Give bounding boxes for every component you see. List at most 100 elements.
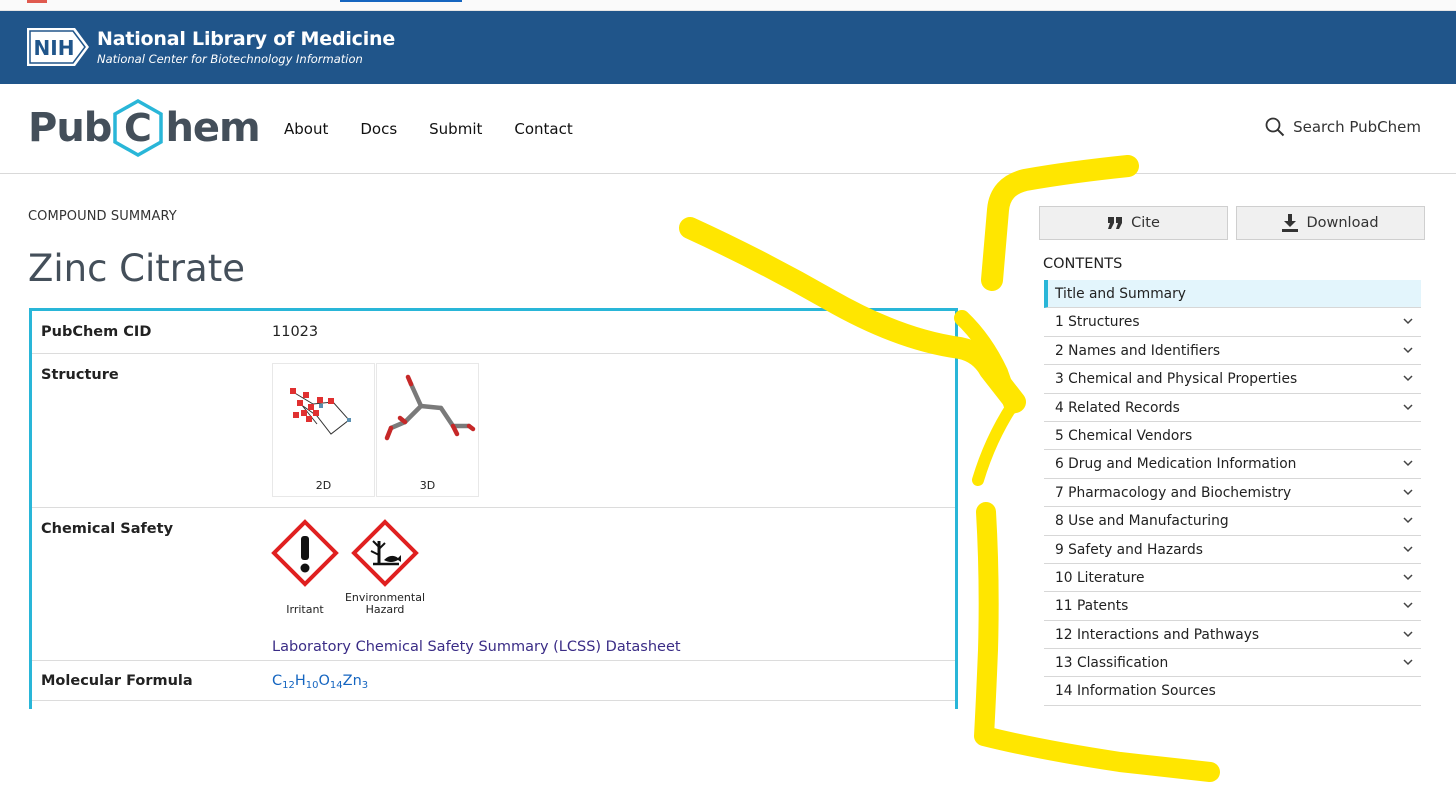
top-strip-red-mark xyxy=(27,0,47,3)
cid-value: 11023 xyxy=(272,324,319,340)
toc-item[interactable]: 6 Drug and Medication Information xyxy=(1044,450,1421,479)
nih-banner: NIH National Library of Medicine Nationa… xyxy=(0,11,1456,84)
nih-logo-text: NIH xyxy=(34,36,75,60)
toc-item-label: 14 Information Sources xyxy=(1055,683,1216,700)
main-nav: About Docs Submit Contact xyxy=(284,120,573,138)
toc-item-label: 11 Patents xyxy=(1055,598,1129,615)
toc-item-label: 7 Pharmacology and Biochemistry xyxy=(1055,484,1292,501)
nav-docs[interactable]: Docs xyxy=(360,120,397,138)
row-structure: Structure 2D 3D xyxy=(32,354,955,508)
toc-item-label: Title and Summary xyxy=(1055,286,1186,302)
download-button[interactable]: Download xyxy=(1236,206,1425,240)
logo-suffix: hem xyxy=(165,105,260,151)
toc-item[interactable]: 8 Use and Manufacturing xyxy=(1044,507,1421,536)
toc-item[interactable]: 2 Names and Identifiers xyxy=(1044,337,1421,366)
toc-item-label: 10 Literature xyxy=(1055,569,1145,586)
chevron-down-icon[interactable] xyxy=(1403,659,1413,666)
environment-hazard-icon xyxy=(351,519,419,587)
environmental-hazard-caption-2: Hazard xyxy=(365,603,405,616)
cite-button[interactable]: Cite xyxy=(1039,206,1228,240)
toc-item[interactable]: 4 Related Records xyxy=(1044,394,1421,422)
logo-prefix: Pub xyxy=(28,105,112,151)
chevron-down-icon[interactable] xyxy=(1403,347,1413,354)
toc-item[interactable]: 5 Chemical Vendors xyxy=(1044,422,1421,451)
top-strip-link-underline xyxy=(340,0,462,2)
toc-item-label: 8 Use and Manufacturing xyxy=(1055,513,1229,530)
formula-zn-count: 3 xyxy=(361,680,369,691)
toc-item[interactable]: 13 Classification xyxy=(1044,649,1421,678)
toc-item-label: 2 Names and Identifiers xyxy=(1055,342,1221,359)
nav-contact[interactable]: Contact xyxy=(514,120,572,138)
toc-item[interactable]: 1 Structures xyxy=(1044,308,1421,337)
molecular-formula-link[interactable]: C12H10O14Zn3 xyxy=(272,673,368,691)
toc-item[interactable]: 11 Patents xyxy=(1044,592,1421,621)
toc-item-label: 1 Structures xyxy=(1055,314,1140,331)
cid-label: PubChem CID xyxy=(41,324,152,340)
cite-label: Cite xyxy=(1131,215,1160,231)
formula-h-count: 10 xyxy=(305,680,319,691)
formula-o-count: 14 xyxy=(329,680,343,691)
chevron-down-icon[interactable] xyxy=(1403,545,1413,553)
download-label: Download xyxy=(1306,215,1379,231)
toc-item-label: 9 Safety and Hazards xyxy=(1055,541,1203,558)
toc-item[interactable]: 9 Safety and Hazards xyxy=(1044,536,1421,564)
structure-2d-card[interactable]: 2D xyxy=(272,363,375,497)
structure-3d-image xyxy=(384,374,476,441)
formula-label: Molecular Formula xyxy=(41,673,193,689)
nav-about[interactable]: About xyxy=(284,120,328,138)
chevron-down-icon[interactable] xyxy=(1403,404,1413,411)
chevron-down-icon[interactable] xyxy=(1403,517,1413,524)
formula-c: C xyxy=(272,673,283,689)
toc-item[interactable]: 10 Literature xyxy=(1044,564,1421,593)
section-label: COMPOUND SUMMARY xyxy=(28,209,177,224)
nih-logo[interactable]: NIH xyxy=(27,26,91,72)
formula-c-count: 12 xyxy=(282,680,295,691)
toc-item[interactable]: 3 Chemical and Physical Properties xyxy=(1044,365,1421,394)
logo-hexagon: C xyxy=(112,98,164,158)
nav-submit[interactable]: Submit xyxy=(429,120,482,138)
toc-item[interactable]: 12 Interactions and Pathways xyxy=(1044,621,1421,650)
toc-item[interactable]: 14 Information Sources xyxy=(1044,677,1421,706)
safety-label: Chemical Safety xyxy=(41,521,174,537)
lcss-datasheet-link[interactable]: Laboratory Chemical Safety Summary (LCSS… xyxy=(272,639,681,655)
formula-o: O xyxy=(318,673,330,689)
chevron-down-icon[interactable] xyxy=(1403,489,1413,496)
ghs-environmental-hazard[interactable]: Environmental Hazard xyxy=(343,519,427,616)
formula-h: H xyxy=(294,673,306,689)
structure-3d-card[interactable]: 3D xyxy=(376,363,479,497)
chevron-down-icon[interactable] xyxy=(1403,460,1413,467)
chevron-down-icon[interactable] xyxy=(1403,375,1413,382)
row-molecular-formula: Molecular Formula C12H10O14Zn3 xyxy=(32,661,955,701)
structure-3d-caption: 3D xyxy=(419,479,436,492)
chevron-down-icon[interactable] xyxy=(1403,318,1413,325)
chevron-down-icon[interactable] xyxy=(1403,602,1413,609)
toc-item[interactable]: Title and Summary xyxy=(1044,280,1421,309)
row-chemical-safety: Chemical Safety Irritant Environmental H… xyxy=(32,508,955,661)
quote-icon xyxy=(1108,217,1123,229)
irritant-caption: Irritant xyxy=(286,603,324,616)
row-cid: PubChem CID 11023 xyxy=(32,311,955,354)
search-label: Search PubChem xyxy=(1293,118,1421,136)
toc-item-label: 13 Classification xyxy=(1055,655,1169,672)
toc-item-label: 6 Drug and Medication Information xyxy=(1055,456,1297,473)
chevron-down-icon[interactable] xyxy=(1403,631,1413,638)
ghs-irritant[interactable]: Irritant xyxy=(270,519,340,616)
formula-zn: Zn xyxy=(342,673,362,689)
exclamation-mark-icon xyxy=(271,519,339,587)
pubchem-logo[interactable]: Pub C hem xyxy=(28,98,261,158)
toc-item-label: 4 Related Records xyxy=(1055,399,1180,416)
search-icon xyxy=(1265,117,1285,137)
site-header: Pub C hem About Docs Submit Contact Sear… xyxy=(0,84,1456,174)
toc-item[interactable]: 7 Pharmacology and Biochemistry xyxy=(1044,479,1421,508)
nih-subtitle: National Center for Biotechnology Inform… xyxy=(97,52,363,66)
toc-item-label: 12 Interactions and Pathways xyxy=(1055,626,1260,643)
logo-letter: C xyxy=(124,106,152,150)
structure-label: Structure xyxy=(41,367,119,383)
search-button[interactable]: Search PubChem xyxy=(1265,117,1421,137)
nih-title[interactable]: National Library of Medicine xyxy=(97,28,395,50)
toc-item-label: 5 Chemical Vendors xyxy=(1055,427,1193,444)
structure-2d-caption: 2D xyxy=(315,479,332,492)
summary-table: PubChem CID 11023 Structure 2D 3D Chemic… xyxy=(29,308,958,709)
chevron-down-icon[interactable] xyxy=(1403,574,1413,581)
browser-top-strip xyxy=(0,0,1456,11)
